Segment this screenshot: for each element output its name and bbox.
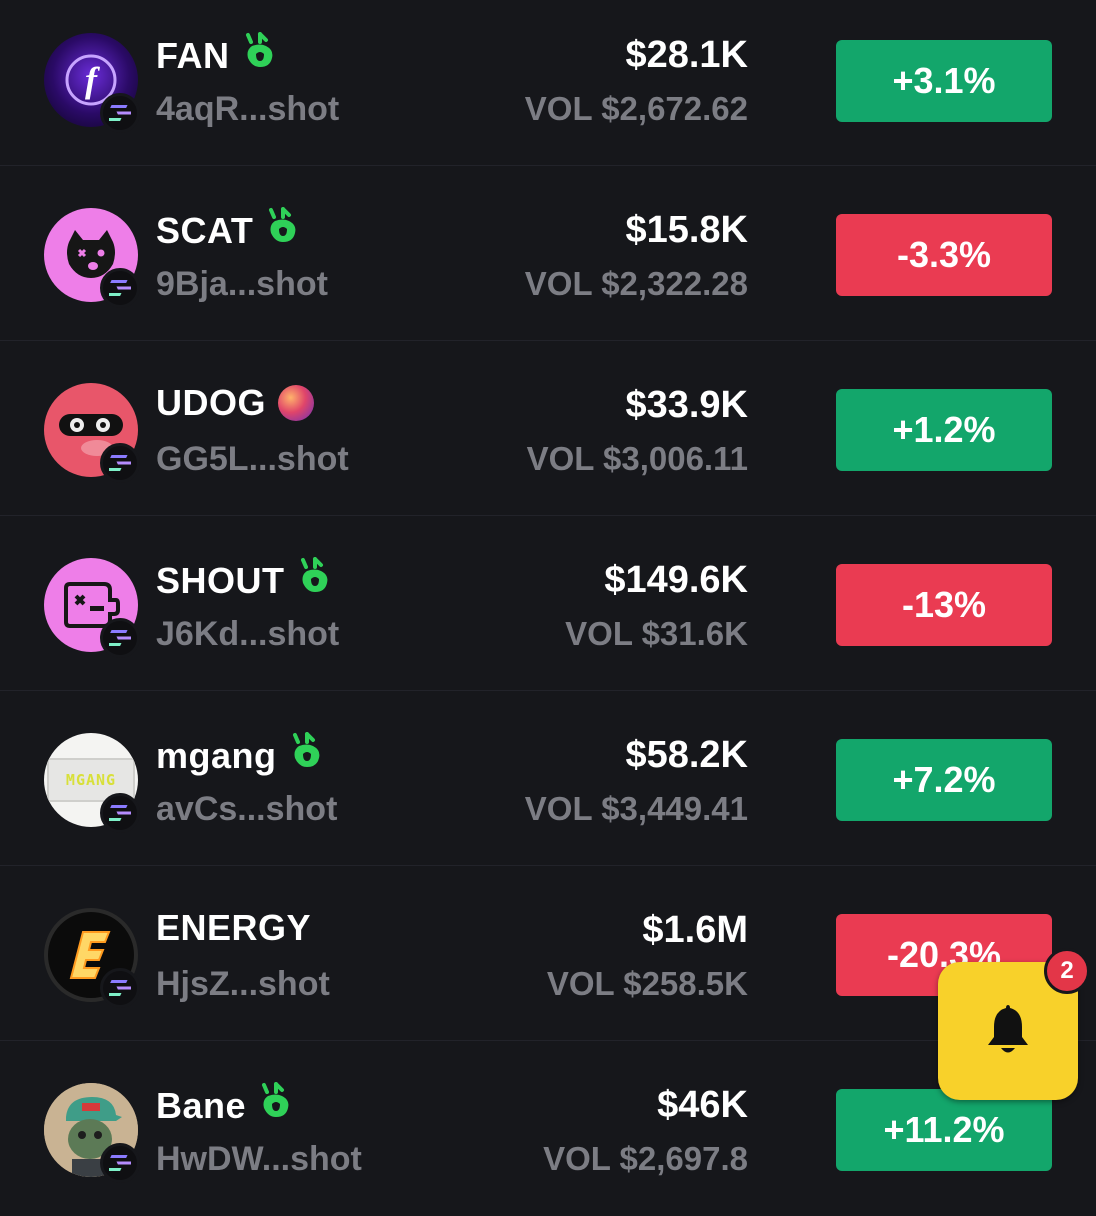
token-avatar — [44, 558, 140, 658]
orb-icon — [278, 385, 314, 421]
token-symbol: ENERGY — [156, 907, 311, 949]
volume: VOL $2,697.8 — [543, 1140, 748, 1177]
bell-icon — [982, 1001, 1034, 1062]
solana-icon — [100, 1143, 140, 1183]
token-row[interactable]: SHOUT J6Kd...shot $149.6K VOL $31.6K -13… — [0, 516, 1096, 691]
change-badge[interactable]: +7.2% — [836, 739, 1052, 821]
token-address[interactable]: 9Bja...shot — [156, 265, 328, 304]
symbol-label: SHOUT — [156, 559, 285, 601]
bonk-icon — [258, 1082, 294, 1129]
volume: VOL $3,006.11 — [526, 440, 748, 477]
change-badge[interactable]: -13% — [836, 564, 1052, 646]
symbol-label: UDOG — [156, 382, 266, 423]
token-row[interactable]: Bane HwDW...shot $46K VOL $2,697.8 +11.2… — [0, 1041, 1096, 1216]
symbol-label: Bane — [156, 1084, 247, 1126]
notification-count-badge: 2 — [1044, 948, 1090, 994]
solana-icon — [100, 93, 140, 133]
token-avatar — [44, 1083, 140, 1183]
token-address[interactable]: GG5L...shot — [156, 440, 349, 479]
token-symbol: SCAT — [156, 207, 301, 254]
market-cap: $15.8K — [625, 209, 748, 251]
market-cap: $1.6M — [642, 909, 748, 951]
volume: VOL $258.5K — [546, 965, 748, 1002]
symbol-label: mgang — [156, 734, 277, 776]
token-row[interactable]: SCAT 9Bja...shot $15.8K VOL $2,322.28 -3… — [0, 166, 1096, 341]
solana-icon — [100, 618, 140, 658]
volume: VOL $2,322.28 — [524, 265, 748, 302]
solana-icon — [100, 793, 140, 833]
token-symbol: SHOUT — [156, 557, 333, 604]
market-cap: $149.6K — [604, 559, 748, 601]
mgang-logo-text: MGANG — [65, 771, 117, 789]
token-address[interactable]: HjsZ...shot — [156, 965, 330, 1004]
market-cap: $28.1K — [625, 34, 748, 76]
token-row[interactable]: f FAN 4aqR...shot $28.1K VOL $2,672.62 +… — [0, 0, 1096, 166]
symbol-label: ENERGY — [156, 907, 312, 948]
token-avatar — [44, 908, 140, 1008]
symbol-label: FAN — [156, 34, 230, 76]
volume: VOL $3,449.41 — [524, 790, 748, 827]
market-cap: $46K — [657, 1084, 748, 1126]
change-badge[interactable]: +3.1% — [836, 40, 1052, 122]
token-address[interactable]: HwDW...shot — [156, 1140, 362, 1179]
token-row[interactable]: UDOG GG5L...shot $33.9K VOL $3,006.11 +1… — [0, 341, 1096, 516]
bonk-icon — [265, 207, 301, 254]
market-cap: $58.2K — [625, 734, 748, 776]
token-symbol: Bane — [156, 1082, 294, 1129]
svg-text:f: f — [85, 60, 100, 100]
market-cap: $33.9K — [625, 384, 748, 426]
solana-icon — [100, 968, 140, 1008]
token-address[interactable]: avCs...shot — [156, 790, 337, 829]
symbol-label: SCAT — [156, 209, 254, 251]
token-row[interactable]: ENERGY HjsZ...shot $1.6M VOL $258.5K -20… — [0, 866, 1096, 1041]
bonk-icon — [242, 32, 278, 79]
volume: VOL $2,672.62 — [524, 90, 748, 127]
volume: VOL $31.6K — [565, 615, 748, 652]
token-symbol: FAN — [156, 32, 278, 79]
bonk-icon — [297, 557, 333, 604]
token-address[interactable]: 4aqR...shot — [156, 90, 339, 129]
token-avatar: MGANG — [44, 733, 140, 833]
change-badge[interactable]: +11.2% — [836, 1089, 1052, 1171]
change-badge[interactable]: -3.3% — [836, 214, 1052, 296]
token-address[interactable]: J6Kd...shot — [156, 615, 339, 654]
token-avatar — [44, 383, 140, 483]
token-avatar: f — [44, 33, 140, 133]
solana-icon — [100, 268, 140, 308]
bonk-icon — [289, 732, 325, 779]
token-avatar — [44, 208, 140, 308]
token-symbol: UDOG — [156, 382, 314, 424]
solana-icon — [100, 443, 140, 483]
token-list: f FAN 4aqR...shot $28.1K VOL $2,672.62 +… — [0, 0, 1096, 1216]
token-row[interactable]: MGANG mgang avCs...shot $58.2K VOL $3,44… — [0, 691, 1096, 866]
token-symbol: mgang — [156, 732, 325, 779]
change-badge[interactable]: +1.2% — [836, 389, 1052, 471]
